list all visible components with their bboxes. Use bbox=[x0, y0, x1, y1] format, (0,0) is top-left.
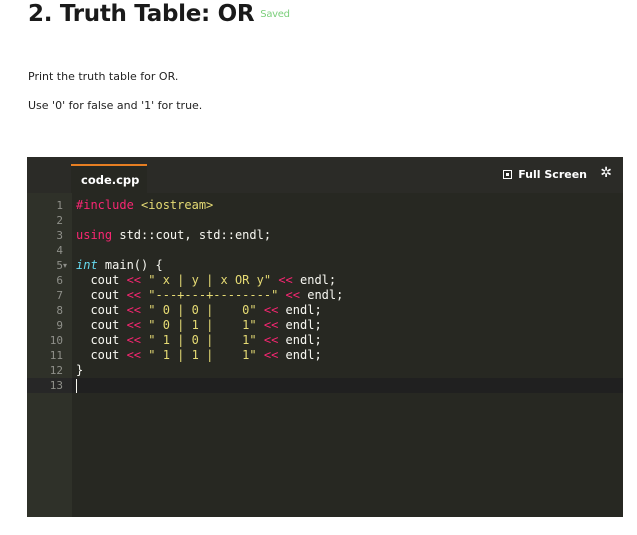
code-token: << bbox=[263, 303, 279, 317]
line-number: 4 bbox=[56, 244, 63, 257]
line-number: 10 bbox=[49, 334, 63, 347]
line-number: 12 bbox=[49, 364, 63, 377]
code-token: #include bbox=[76, 198, 142, 212]
code-token: cout bbox=[76, 348, 127, 362]
code-token: cout bbox=[76, 273, 127, 287]
code-token: int bbox=[76, 258, 98, 272]
code-line: cout << " 1 | 0 | 1" << endl; bbox=[72, 333, 623, 348]
code-line: } bbox=[72, 363, 623, 378]
code-token: << bbox=[263, 348, 279, 362]
code-token: std::cout, std::endl; bbox=[112, 228, 272, 242]
line-number: 1 bbox=[56, 199, 63, 212]
line-number: 8 bbox=[56, 304, 63, 317]
code-line: using std::cout, std::endl; bbox=[72, 228, 623, 243]
code-token: << bbox=[126, 333, 142, 347]
line-number: 13 bbox=[49, 379, 63, 392]
code-line: cout << " x | y | x OR y" << endl; bbox=[72, 273, 623, 288]
line-number: 6 bbox=[56, 274, 63, 287]
line-number: 7 bbox=[56, 289, 63, 302]
code-token: << bbox=[126, 303, 142, 317]
instruction-2: Use '0' for false and '1' for true. bbox=[28, 99, 203, 112]
code-token: "---+---+--------" bbox=[148, 288, 279, 302]
code-line: int main() { bbox=[72, 258, 623, 273]
code-line: cout << " 1 | 1 | 1" << endl; bbox=[72, 348, 623, 363]
code-token: using bbox=[76, 228, 113, 242]
code-token: endl; bbox=[278, 318, 322, 332]
code-token: cout bbox=[76, 303, 127, 317]
code-token: << bbox=[126, 318, 142, 332]
code-line: cout << " 0 | 1 | 1" << endl; bbox=[72, 318, 623, 333]
code-token: main() { bbox=[97, 258, 163, 272]
code-line: cout << "---+---+--------" << endl; bbox=[72, 288, 623, 303]
code-token: << bbox=[126, 288, 142, 302]
fullscreen-label: Full Screen bbox=[518, 168, 587, 181]
line-number: 9 bbox=[56, 319, 63, 332]
file-tab[interactable]: code.cpp bbox=[71, 164, 147, 193]
line-number: 11 bbox=[49, 349, 63, 362]
code-token: endl; bbox=[278, 348, 322, 362]
code-token: " 1 | 1 | 1" bbox=[148, 348, 257, 362]
saved-status: Saved bbox=[260, 8, 290, 20]
code-token: endl; bbox=[278, 303, 322, 317]
instruction-1: Print the truth table for OR. bbox=[28, 70, 179, 83]
code-token: " 1 | 0 | 1" bbox=[148, 333, 257, 347]
code-text-area[interactable]: #include <iostream>using std::cout, std:… bbox=[72, 193, 623, 517]
code-token: << bbox=[278, 273, 293, 287]
code-token: " 0 | 0 | 0" bbox=[148, 303, 257, 317]
fullscreen-icon bbox=[503, 170, 513, 179]
code-token: " x | y | x OR y" bbox=[148, 273, 272, 287]
code-editor: code.cpp Full Screen ✲ 1 2 3 4 5 ▾ 6 7 8 9 10 11 12 1… bbox=[27, 157, 623, 517]
code-token: cout bbox=[76, 288, 127, 302]
code-token: endl; bbox=[278, 333, 322, 347]
line-number-gutter: 1 2 3 4 5 ▾ 6 7 8 9 10 11 12 13 bbox=[27, 193, 72, 517]
editor-toolbar: code.cpp Full Screen ✲ bbox=[27, 157, 623, 193]
fold-arrow-icon[interactable]: ▾ bbox=[63, 258, 71, 273]
code-token: << bbox=[285, 288, 300, 302]
line-number: 5 bbox=[56, 259, 63, 272]
line-number: 2 bbox=[56, 214, 63, 227]
code-token: << bbox=[126, 273, 142, 287]
code-token: endl; bbox=[300, 288, 344, 302]
code-token: cout bbox=[76, 318, 127, 332]
code-line: cout << " 0 | 0 | 0" << endl; bbox=[72, 303, 623, 318]
page-title: 2. Truth Table: OR Saved bbox=[28, 0, 290, 29]
fullscreen-button[interactable]: Full Screen bbox=[503, 168, 587, 181]
code-token: cout bbox=[76, 333, 127, 347]
code-token: } bbox=[76, 363, 84, 377]
gear-icon[interactable]: ✲ bbox=[600, 165, 612, 181]
code-token: endl; bbox=[292, 273, 337, 287]
code-line: #include <iostream> bbox=[72, 198, 623, 213]
code-token: <iostream> bbox=[141, 198, 214, 212]
line-number: 3 bbox=[56, 229, 63, 242]
code-token: << bbox=[263, 333, 279, 347]
code-token: << bbox=[126, 348, 142, 362]
code-token: " 0 | 1 | 1" bbox=[148, 318, 257, 332]
title-text: 2. Truth Table: OR bbox=[28, 1, 255, 27]
code-token: << bbox=[263, 318, 279, 332]
